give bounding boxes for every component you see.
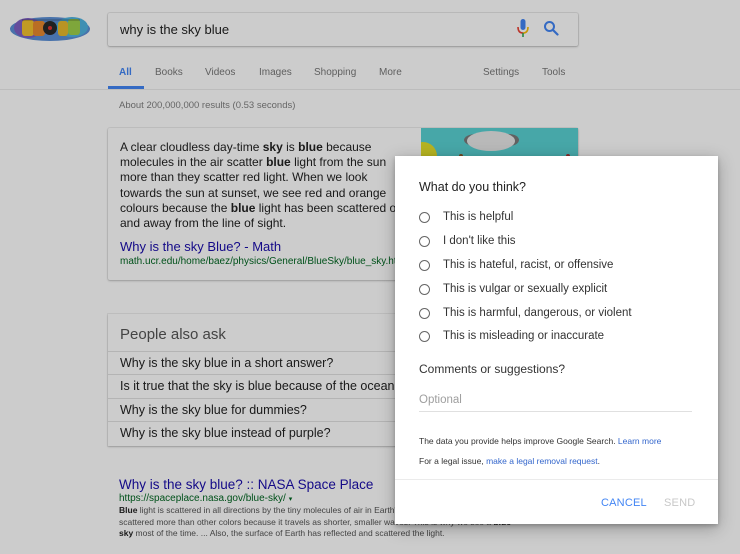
learn-more-link[interactable]: Learn more xyxy=(618,436,661,446)
legal-suffix: . xyxy=(597,456,600,466)
feedback-dialog: What do you think? This is helpful I don… xyxy=(395,156,718,524)
feedback-option-vulgar[interactable]: This is vulgar or sexually explicit xyxy=(419,280,607,298)
radio-label: This is harmful, dangerous, or violent xyxy=(443,307,632,319)
legal-note: For a legal issue, make a legal removal … xyxy=(419,456,600,466)
radio-button[interactable] xyxy=(419,330,430,342)
comments-input[interactable] xyxy=(419,388,692,412)
radio-label: This is hateful, racist, or offensive xyxy=(443,259,614,271)
radio-button[interactable] xyxy=(419,283,430,295)
radio-label: This is vulgar or sexually explicit xyxy=(443,283,608,295)
feedback-option-dislike[interactable]: I don't like this xyxy=(419,232,516,250)
dialog-divider xyxy=(395,479,718,480)
radio-button[interactable] xyxy=(419,235,430,247)
cancel-button[interactable]: CANCEL xyxy=(601,497,647,509)
radio-label: This is helpful xyxy=(443,211,514,223)
radio-label: This is misleading or inaccurate xyxy=(443,330,605,342)
legal-removal-link[interactable]: make a legal removal request xyxy=(486,456,598,466)
radio-label: I don't like this xyxy=(443,235,516,247)
radio-button[interactable] xyxy=(419,211,430,223)
feedback-option-harmful[interactable]: This is harmful, dangerous, or violent xyxy=(419,304,632,322)
feedback-option-helpful[interactable]: This is helpful xyxy=(419,208,513,226)
feedback-option-hateful[interactable]: This is hateful, racist, or offensive xyxy=(419,256,613,274)
legal-text: For a legal issue, xyxy=(419,456,487,466)
radio-button[interactable] xyxy=(419,259,430,271)
data-usage-text: The data you provide helps improve Googl… xyxy=(419,436,618,446)
comments-label: Comments or suggestions? xyxy=(419,362,566,376)
feedback-option-misleading[interactable]: This is misleading or inaccurate xyxy=(419,327,604,345)
data-usage-note: The data you provide helps improve Googl… xyxy=(419,436,661,446)
radio-button[interactable] xyxy=(419,307,430,319)
dialog-title: What do you think? xyxy=(419,180,527,194)
send-button[interactable]: SEND xyxy=(664,497,695,509)
